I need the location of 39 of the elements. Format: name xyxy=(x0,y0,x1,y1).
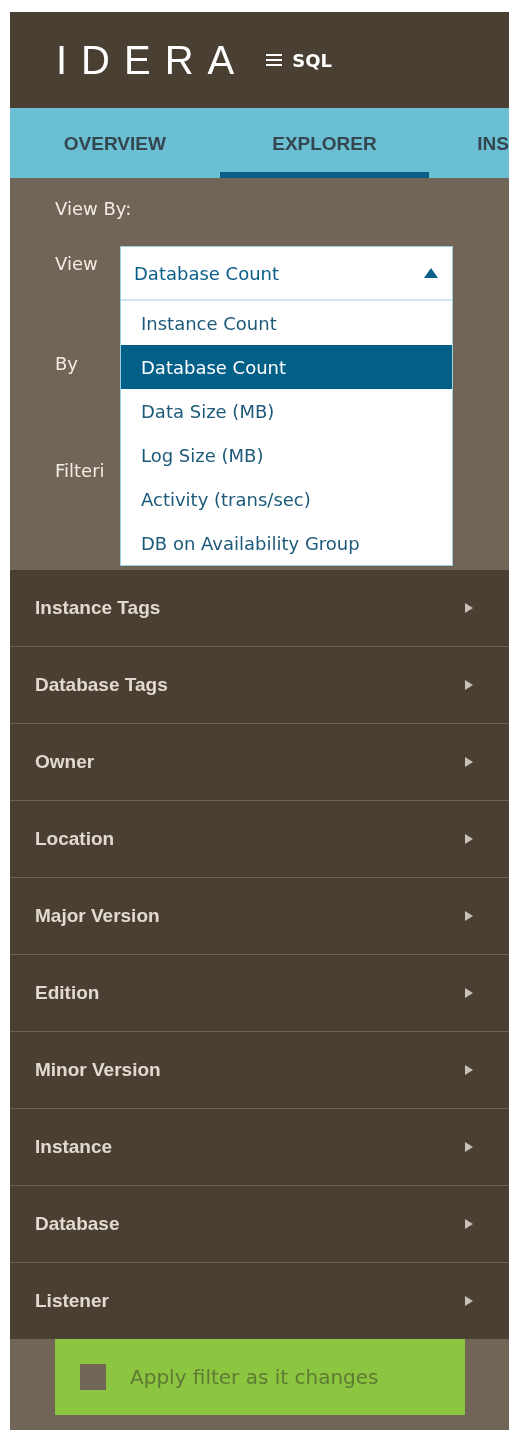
dropdown-option[interactable]: DB on Availability Group xyxy=(121,521,452,565)
field-label: Filteri xyxy=(55,460,105,481)
logo: IDERA xyxy=(56,37,249,83)
caret-icon xyxy=(424,268,438,278)
tab[interactable]: OVERVIEW xyxy=(10,108,220,178)
dropdown-option[interactable]: Instance Count xyxy=(121,301,452,345)
filter-item[interactable]: Location xyxy=(10,801,509,878)
expand-arrow-icon xyxy=(465,1065,473,1075)
dropdown-option[interactable]: Activity (trans/sec) xyxy=(121,477,452,521)
filter-item[interactable]: Minor Version xyxy=(10,1032,509,1109)
field-label: By xyxy=(55,353,78,374)
field-label: View xyxy=(55,253,98,274)
filter-item[interactable]: Owner xyxy=(10,724,509,801)
checkbox[interactable] xyxy=(80,1364,106,1390)
expand-arrow-icon xyxy=(465,757,473,767)
menu-icon xyxy=(266,54,283,66)
dropdown-option[interactable]: Log Size (MB) xyxy=(121,433,452,477)
dropdown-option[interactable]: Data Size (MB) xyxy=(121,389,452,433)
filter-item[interactable]: Database xyxy=(10,1186,509,1263)
expand-arrow-icon xyxy=(465,1142,473,1152)
checkbox-label: Apply filter as it changes xyxy=(130,1365,379,1389)
expand-arrow-icon xyxy=(465,680,473,690)
section-title: View By: xyxy=(55,198,132,219)
expand-arrow-icon xyxy=(465,911,473,921)
filter-item[interactable]: Instance Tags xyxy=(10,570,509,647)
menu-button[interactable]: SQL xyxy=(266,49,332,71)
filter-item[interactable]: Database Tags xyxy=(10,647,509,724)
dropdown-field[interactable]: Database Count xyxy=(121,247,452,301)
expand-arrow-icon xyxy=(465,834,473,844)
filter-item[interactable]: Major Version xyxy=(10,878,509,955)
expand-arrow-icon xyxy=(465,1219,473,1229)
expand-arrow-icon xyxy=(465,1296,473,1306)
dropdown-option[interactable]: Database Count xyxy=(121,345,452,389)
expand-arrow-icon xyxy=(465,603,473,613)
tab[interactable]: INS xyxy=(429,108,509,178)
expand-arrow-icon xyxy=(465,988,473,998)
filter-item[interactable]: Listener xyxy=(10,1263,509,1339)
filter-item[interactable]: Instance xyxy=(10,1109,509,1186)
filter-item[interactable]: Edition xyxy=(10,955,509,1032)
